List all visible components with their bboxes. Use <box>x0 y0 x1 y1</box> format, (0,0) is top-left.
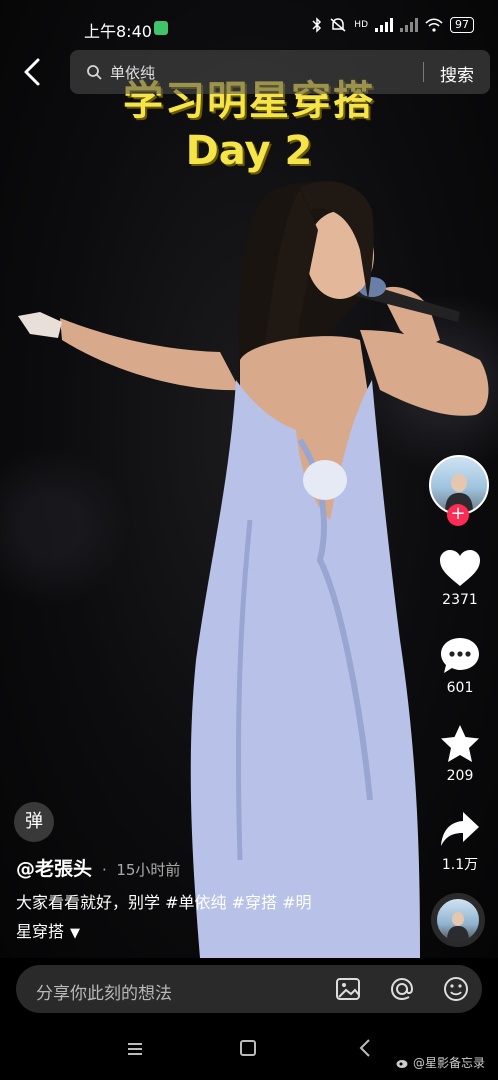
like-count: 2371 <box>442 592 478 608</box>
post-time-text: 15小时前 <box>116 861 181 879</box>
like-button[interactable]: 2371 <box>430 548 490 608</box>
image-picker-icon[interactable] <box>334 975 362 1003</box>
star-icon <box>441 725 479 762</box>
bluetooth-icon <box>312 17 322 33</box>
battery-indicator: 97 <box>450 17 474 33</box>
description-line-2: 星穿搭 <box>16 922 65 941</box>
favorite-button[interactable]: 209 <box>430 724 490 784</box>
signal-icon <box>375 18 393 32</box>
follow-plus-icon[interactable]: + <box>447 504 469 526</box>
network-label: HD <box>354 20 368 30</box>
search-bar[interactable]: 单依纯 搜索 <box>70 50 490 94</box>
share-arrow-icon <box>441 812 479 846</box>
danmaku-toggle-button[interactable]: 弹 <box>14 802 54 842</box>
favorite-count: 209 <box>446 768 474 784</box>
search-input[interactable]: 单依纯 <box>110 62 155 83</box>
comment-button[interactable]: 601 <box>430 636 490 696</box>
nav-back-icon[interactable] <box>358 1038 372 1058</box>
comment-input[interactable]: 分享你此刻的想法 <box>36 979 172 1004</box>
comment-count: 601 <box>446 680 474 696</box>
author-row: @老張头 · 15小时前 <box>16 854 180 881</box>
back-arrow-icon[interactable] <box>18 56 48 88</box>
status-icons: HD 97 <box>312 17 474 33</box>
home-icon[interactable] <box>240 1040 256 1056</box>
overlay-subtitle: Day 2 <box>185 128 313 174</box>
emoji-icon[interactable] <box>442 975 470 1003</box>
share-button[interactable]: 1.1万 <box>430 810 490 874</box>
video-player[interactable]: 学习明星穿搭 Day 2 <box>0 0 498 958</box>
menu-icon[interactable] <box>126 1040 144 1058</box>
watermark-text: @星影备忘录 <box>413 1056 486 1070</box>
comment-icon <box>441 638 479 673</box>
app-notification-icon <box>154 21 168 35</box>
music-disc[interactable] <box>431 893 485 947</box>
heart-icon <box>440 550 480 586</box>
weibo-logo-icon <box>396 1059 408 1068</box>
watermark: @星影备忘录 <box>396 1054 485 1071</box>
search-button[interactable]: 搜索 <box>440 61 474 86</box>
wifi-icon <box>425 18 443 32</box>
description-line-1: 大家看看就好，别学 #单依纯 #穿搭 #明 <box>16 893 312 912</box>
comment-bar[interactable]: 分享你此刻的想法 <box>16 965 482 1013</box>
status-bar: 上午8:40 HD 97 <box>0 0 498 52</box>
author-avatar-container[interactable]: + <box>429 455 489 526</box>
mention-icon[interactable] <box>388 975 416 1003</box>
mute-icon <box>330 18 346 32</box>
post-time: · 15小时前 <box>102 861 181 879</box>
search-icon <box>87 65 102 80</box>
system-nav-bar <box>0 1020 498 1080</box>
status-time: 上午8:40 <box>84 22 152 41</box>
author-name[interactable]: @老張头 <box>16 854 92 881</box>
search-divider <box>423 62 424 82</box>
expand-chevron-icon[interactable]: ▼ <box>70 926 80 941</box>
share-count: 1.1万 <box>441 857 479 873</box>
video-description[interactable]: 大家看看就好，别学 #单依纯 #穿搭 #明 星穿搭 ▼ <box>16 888 376 948</box>
signal-2-icon <box>400 18 418 32</box>
